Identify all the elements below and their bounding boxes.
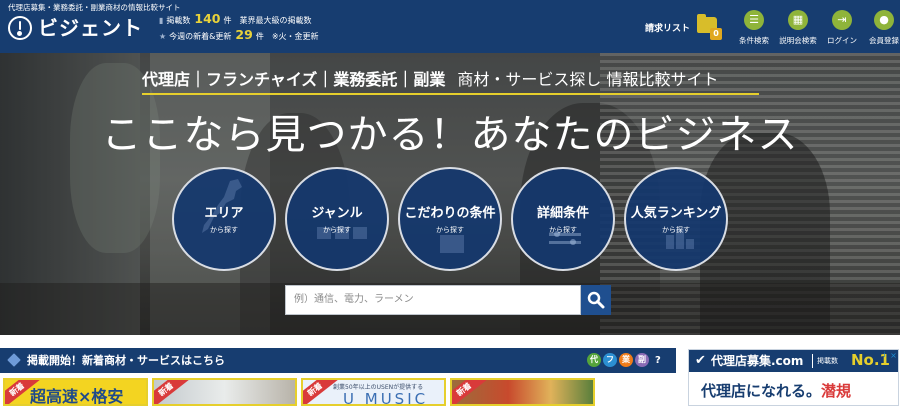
calendar-icon: ▦ <box>788 10 808 30</box>
document-icon: ▮ <box>159 16 164 25</box>
condition-search-circle-button[interactable]: こだわりの条件 から探す <box>398 167 502 271</box>
logo-icon[interactable] <box>8 16 32 40</box>
side-job-badge[interactable]: 副 <box>635 353 649 367</box>
agency-badge[interactable]: 代 <box>587 353 601 367</box>
login-icon: ⇥ <box>832 10 852 30</box>
new-arrivals-section: 掲載開始！新着商材・サービスはこちら 代 フ 業 副 ? 超高速×格安 新着 新… <box>0 335 900 406</box>
ad-divider <box>812 354 813 368</box>
cube-icon <box>7 353 21 367</box>
new-item-card[interactable]: 創業50年以上のUSENが提供する U MUSIC 新着 <box>301 378 446 406</box>
franchise-badge[interactable]: フ <box>603 353 617 367</box>
new-ribbon: 新着 <box>452 380 489 404</box>
hero-headline: ここなら見つかる！あなたのビジネス <box>101 112 799 158</box>
new-item-card[interactable]: 新着 <box>450 378 595 406</box>
detail-search-button[interactable]: 詳細条件 から探す <box>511 167 615 271</box>
star-icon: ★ <box>159 32 167 41</box>
new-ribbon: 新着 <box>154 380 191 404</box>
ad-catchphrase: 代理店になれる。潜規 <box>701 382 852 400</box>
category-underline <box>142 93 759 95</box>
new-ribbon: 新着 <box>303 380 340 404</box>
new-item-card[interactable]: 新着 <box>152 378 297 406</box>
weekly-count: 29 <box>235 27 253 42</box>
search-input[interactable]: 例）通信、電力、ラーメン <box>285 285 581 315</box>
ranking-search-button[interactable]: 人気ランキング から探す <box>624 167 728 271</box>
ad-banner-header: ✔ 代理店募集.com 掲載数 No.1 <box>689 350 898 372</box>
user-icon: ● <box>874 10 894 30</box>
site-tagline: 代理店募集・業務委託・副業商材の情報比較サイト <box>8 3 181 12</box>
ad-site-name: 代理店募集.com <box>711 354 804 368</box>
help-icon[interactable]: ? <box>655 353 661 368</box>
request-list-button[interactable]: 請求リスト 0 <box>645 14 723 44</box>
ad-close-icon[interactable]: × <box>889 351 898 360</box>
outsourcing-badge[interactable]: 業 <box>619 353 633 367</box>
listed-count: 140 <box>194 11 221 26</box>
new-item-text: 超高速×格安 <box>30 387 124 406</box>
category-heading: 代理店｜フランチャイズ｜業務委託｜副業 商材・サービス探し 情報比較サイト <box>142 70 719 89</box>
new-item-card[interactable]: 超高速×格安 新着 <box>3 378 148 406</box>
site-logo[interactable]: ビジェント <box>38 16 143 40</box>
check-icon: ✔ <box>695 353 706 368</box>
site-header: 代理店募集・業務委託・副業商材の情報比較サイト ビジェント ▮ 掲載数 140 件業界… <box>0 0 900 53</box>
request-count-badge: 0 <box>710 28 722 40</box>
search-icon <box>587 291 605 309</box>
list-icon: ☰ <box>744 10 764 30</box>
search-button[interactable] <box>581 285 611 315</box>
genre-search-button[interactable]: ジャンル から探す <box>285 167 389 271</box>
new-item-text: U MUSIC <box>343 390 429 406</box>
register-button[interactable]: ● 会員登録 <box>861 10 900 48</box>
ad-listed-label: 掲載数 <box>817 357 838 365</box>
request-list-label: 請求リスト <box>645 24 691 34</box>
ad-info-icon[interactable]: i <box>880 351 889 360</box>
hero-section: 代理店｜フランチャイズ｜業務委託｜副業 商材・サービス探し 情報比較サイト ここな… <box>0 53 900 335</box>
ad-banner[interactable]: ✔ 代理店募集.com 掲載数 No.1 i × 代理店になれる。潜規 <box>688 349 899 406</box>
new-arrivals-header: 掲載開始！新着商材・サービスはこちら 代 フ 業 副 ? <box>0 348 676 373</box>
area-search-button[interactable]: エリア から探す <box>172 167 276 271</box>
weekly-update-stat: ★ 今週の新着&更新 29 件 ※火・金更新 <box>159 27 319 42</box>
new-arrivals-title: 掲載開始！新着商材・サービスはこちら <box>27 354 225 367</box>
listed-count-stat: ▮ 掲載数 140 件業界最大級の掲載数 <box>159 11 312 26</box>
